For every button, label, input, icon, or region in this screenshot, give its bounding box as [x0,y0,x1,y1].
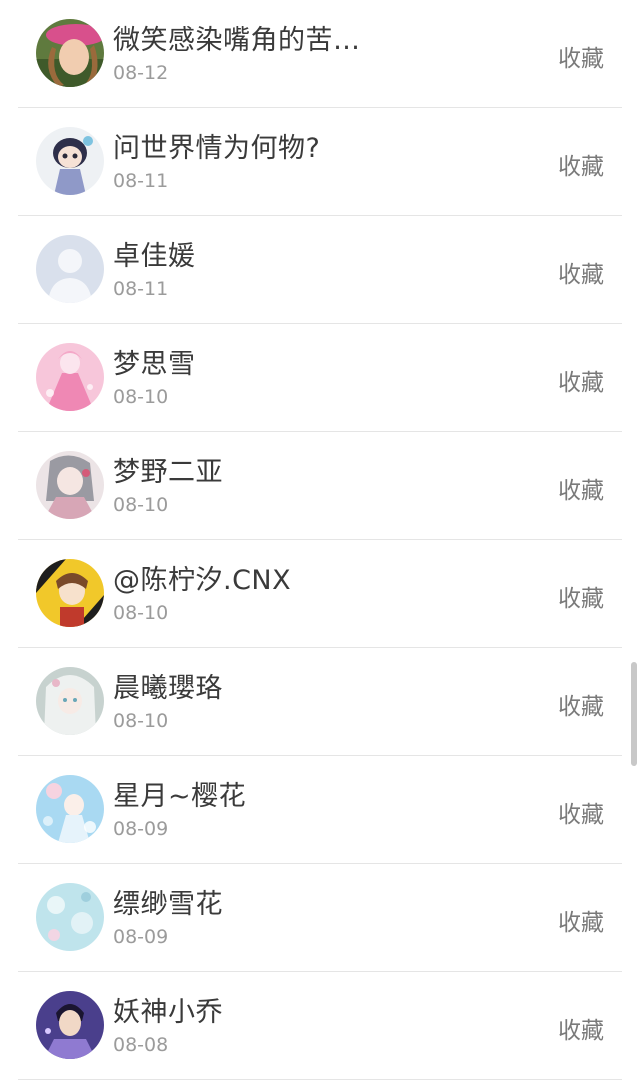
avatar-purple-costume-man-icon [36,991,104,1059]
avatar[interactable] [36,559,104,627]
list-item[interactable]: 问世界情为何物? 08-11 收藏 [0,108,640,216]
follow-date: 08-10 [113,494,169,516]
follow-date: 08-09 [113,818,169,840]
list-item[interactable]: @陈柠汐.CNX 08-10 收藏 [0,540,640,648]
list-item[interactable]: 微笑感染嘴角的苦… 08-12 收藏 [0,0,640,108]
follow-date: 08-08 [113,1034,169,1056]
list-item[interactable]: 卓佳媛 08-11 收藏 [0,216,640,324]
user-name: 梦思雪 [113,349,196,380]
user-name: 星月~樱花 [113,781,247,812]
avatar[interactable] [36,235,104,303]
avatar[interactable] [36,883,104,951]
avatar[interactable] [36,343,104,411]
avatar[interactable] [36,775,104,843]
favorite-button[interactable]: 收藏 [558,363,604,397]
user-name: 卓佳媛 [113,241,196,272]
follow-date: 08-10 [113,602,169,624]
list-item[interactable]: 缥缈雪花 08-09 收藏 [0,864,640,972]
avatar-yellow-black-anime-icon [36,559,104,627]
avatar-white-hair-anime-icon [36,667,104,735]
avatar-light-blue-flowers-icon [36,883,104,951]
user-name: 微笑感染嘴角的苦… [113,25,361,56]
user-name: @陈柠汐.CNX [113,565,292,596]
user-name: 妖神小乔 [113,997,223,1028]
favorite-button[interactable]: 收藏 [558,39,604,73]
avatar[interactable] [36,991,104,1059]
favorite-button[interactable]: 收藏 [558,687,604,721]
list-item[interactable]: 妖神小乔 08-08 收藏 [0,972,640,1080]
user-name: 问世界情为何物? [113,133,321,164]
avatar[interactable] [36,667,104,735]
favorite-button[interactable]: 收藏 [558,795,604,829]
avatar[interactable] [36,451,104,519]
favorite-button[interactable]: 收藏 [558,1011,604,1045]
avatar[interactable] [36,19,104,87]
default-avatar-icon [36,235,104,303]
list-item[interactable]: 晨曦瓔珞 08-10 收藏 [0,648,640,756]
divider [18,1079,622,1080]
avatar-blue-fairy-icon [36,775,104,843]
follow-date: 08-09 [113,926,169,948]
follow-date: 08-10 [113,386,169,408]
follow-date: 08-12 [113,62,169,84]
list-item[interactable]: 星月~樱花 08-09 收藏 [0,756,640,864]
user-name: 缥缈雪花 [113,889,223,920]
favorite-button[interactable]: 收藏 [558,903,604,937]
scrollbar[interactable] [631,662,637,766]
favorite-button[interactable]: 收藏 [558,579,604,613]
avatar-anime-girl-gray-icon [36,451,104,519]
avatar-pink-dress-icon [36,343,104,411]
favorite-button[interactable]: 收藏 [558,255,604,289]
user-name: 晨曦瓔珞 [113,673,223,704]
follow-date: 08-11 [113,170,169,192]
follow-date: 08-10 [113,710,169,732]
avatar[interactable] [36,127,104,195]
list-item[interactable]: 梦思雪 08-10 收藏 [0,324,640,432]
favorite-button[interactable]: 收藏 [558,147,604,181]
follow-date: 08-11 [113,278,169,300]
avatar-cartoon-doll-icon [36,127,104,195]
favorite-button[interactable]: 收藏 [558,471,604,505]
avatar-girl-pink-hat-icon [36,19,104,87]
user-name: 梦野二亚 [113,457,223,488]
list-item[interactable]: 梦野二亚 08-10 收藏 [0,432,640,540]
